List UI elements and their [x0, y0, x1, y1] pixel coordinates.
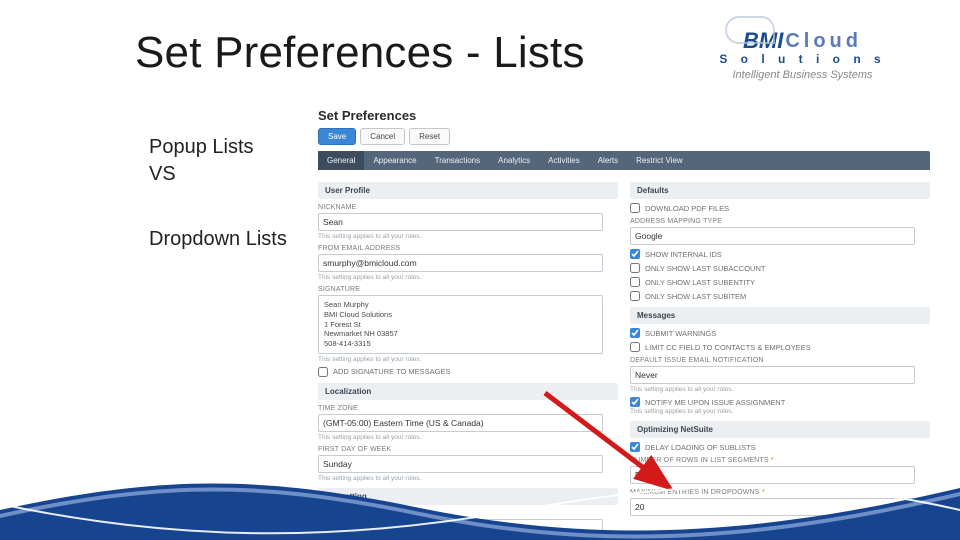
label-from-email: FROM EMAIL ADDRESS: [318, 245, 618, 252]
checkbox-limit-cc[interactable]: LIMIT CC FIELD TO CONTACTS & EMPLOYEES: [630, 342, 930, 352]
section-user-profile: User Profile: [318, 182, 618, 199]
tab-transactions[interactable]: Transactions: [426, 151, 490, 170]
checkbox-download-pdf[interactable]: DOWNLOAD PDF FILES: [630, 203, 930, 213]
select-address-mapping[interactable]: [630, 227, 915, 245]
label-default-issue: DEFAULT ISSUE EMAIL NOTIFICATION: [630, 357, 930, 364]
checkbox-add-signature[interactable]: ADD SIGNATURE TO MESSAGES: [318, 367, 618, 377]
checkbox-download-pdf-input[interactable]: [630, 203, 640, 213]
checkbox-submit-warnings-label: SUBMIT WARNINGS: [645, 329, 716, 338]
checkbox-limit-cc-input[interactable]: [630, 342, 640, 352]
checkbox-limit-cc-label: LIMIT CC FIELD TO CONTACTS & EMPLOYEES: [645, 343, 811, 352]
checkbox-only-subaccount-label: ONLY SHOW LAST SUBACCOUNT: [645, 264, 765, 273]
cloud-icon: [725, 16, 775, 44]
section-defaults: Defaults: [630, 182, 930, 199]
checkbox-delay-sublists[interactable]: DELAY LOADING OF SUBLISTS: [630, 442, 930, 452]
tab-analytics[interactable]: Analytics: [489, 151, 539, 170]
section-optimizing: Optimizing NetSuite: [630, 421, 930, 438]
checkbox-only-subentity[interactable]: ONLY SHOW LAST SUBENTITY: [630, 277, 930, 287]
save-button[interactable]: Save: [318, 128, 356, 145]
asterisk-icon: *: [771, 457, 774, 464]
help-nickname: This setting applies to all your roles.: [318, 233, 618, 240]
tab-bar: General Appearance Transactions Analytic…: [318, 151, 930, 170]
select-timezone[interactable]: [318, 414, 603, 432]
checkbox-notify-issue-input[interactable]: [630, 397, 640, 407]
annotation-line1: Popup Lists: [149, 136, 254, 158]
checkbox-notify-issue[interactable]: NOTIFY ME UPON ISSUE ASSIGNMENT: [630, 397, 930, 407]
checkbox-add-signature-label: ADD SIGNATURE TO MESSAGES: [333, 367, 451, 376]
tab-appearance[interactable]: Appearance: [364, 151, 425, 170]
label-timezone: TIME ZONE: [318, 405, 618, 412]
button-row: Save Cancel Reset: [318, 128, 930, 145]
checkbox-only-subitem[interactable]: ONLY SHOW LAST SUBITEM: [630, 291, 930, 301]
tab-restrict-view[interactable]: Restrict View: [627, 151, 692, 170]
logo-solutions: S o l u t i o n s: [675, 52, 930, 66]
signature-box[interactable]: Sean Murphy BMI Cloud Solutions 1 Forest…: [318, 295, 603, 354]
section-localization: Localization: [318, 383, 618, 400]
sig-line: BMI Cloud Solutions: [324, 310, 597, 320]
checkbox-show-ids[interactable]: SHOW INTERNAL IDS: [630, 249, 930, 259]
label-rows-segments: NUMBER OF ROWS IN LIST SEGMENTS *: [630, 457, 930, 464]
checkbox-show-ids-label: SHOW INTERNAL IDS: [645, 250, 722, 259]
checkbox-only-subitem-input[interactable]: [630, 291, 640, 301]
label-signature: SIGNATURE: [318, 286, 618, 293]
logo-cloud: Cloud: [785, 30, 862, 53]
checkbox-delay-sublists-input[interactable]: [630, 442, 640, 452]
select-default-issue[interactable]: [630, 366, 915, 384]
checkbox-only-subentity-label: ONLY SHOW LAST SUBENTITY: [645, 278, 755, 287]
annotation-dropdown: Dropdown Lists: [149, 228, 287, 251]
sig-line: 1 Forest St: [324, 320, 597, 330]
panel-heading: Set Preferences: [318, 108, 930, 123]
tab-general[interactable]: General: [318, 151, 364, 170]
checkbox-download-pdf-label: DOWNLOAD PDF FILES: [645, 204, 729, 213]
checkbox-show-ids-input[interactable]: [630, 249, 640, 259]
annotation-popup-vs: Popup Lists VS: [149, 134, 254, 188]
checkbox-submit-warnings-input[interactable]: [630, 328, 640, 338]
help-timezone: This setting applies to all your roles.: [318, 434, 618, 441]
sig-line: Sean Murphy: [324, 300, 597, 310]
cancel-button[interactable]: Cancel: [360, 128, 405, 145]
slide-title: Set Preferences - Lists: [135, 28, 585, 78]
tab-activities[interactable]: Activities: [539, 151, 589, 170]
checkbox-only-subentity-input[interactable]: [630, 277, 640, 287]
help-notify-issue: This setting applies to all your roles.: [630, 408, 930, 415]
sig-line: Newmarket NH 03857: [324, 329, 597, 339]
help-default-issue: This setting applies to all your roles.: [630, 386, 930, 393]
input-nickname[interactable]: [318, 213, 603, 231]
checkbox-add-signature-input[interactable]: [318, 367, 328, 377]
logo: BMI Cloud S o l u t i o n s Intelligent …: [675, 28, 930, 81]
help-from-email: This setting applies to all your roles.: [318, 274, 618, 281]
wave-decoration: [0, 470, 960, 540]
input-from-email[interactable]: [318, 254, 603, 272]
annotation-line2: VS: [149, 163, 176, 185]
checkbox-only-subaccount-input[interactable]: [630, 263, 640, 273]
checkbox-only-subitem-label: ONLY SHOW LAST SUBITEM: [645, 292, 746, 301]
checkbox-only-subaccount[interactable]: ONLY SHOW LAST SUBACCOUNT: [630, 263, 930, 273]
preferences-panel: Set Preferences Save Cancel Reset Genera…: [318, 108, 930, 518]
sig-line: 508-414-3315: [324, 339, 597, 349]
tab-alerts[interactable]: Alerts: [589, 151, 627, 170]
label-nickname: NICKNAME: [318, 204, 618, 211]
checkbox-submit-warnings[interactable]: SUBMIT WARNINGS: [630, 328, 930, 338]
section-messages: Messages: [630, 307, 930, 324]
label-fdow: FIRST DAY OF WEEK: [318, 446, 618, 453]
reset-button[interactable]: Reset: [409, 128, 450, 145]
slide: Set Preferences - Lists BMI Cloud S o l …: [0, 0, 960, 540]
checkbox-notify-issue-label: NOTIFY ME UPON ISSUE ASSIGNMENT: [645, 398, 785, 407]
label-address-mapping: ADDRESS MAPPING TYPE: [630, 218, 930, 225]
checkbox-delay-sublists-label: DELAY LOADING OF SUBLISTS: [645, 443, 756, 452]
help-signature: This setting applies to all your roles.: [318, 356, 618, 363]
logo-tagline: Intelligent Business Systems: [675, 69, 930, 81]
